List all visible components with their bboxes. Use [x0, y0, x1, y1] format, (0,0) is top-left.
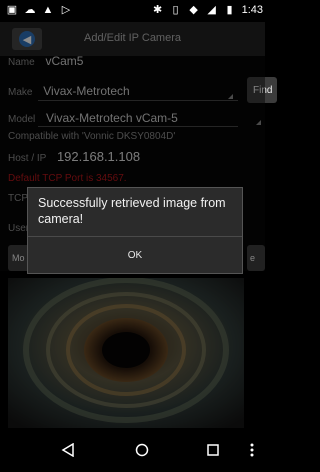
dialog-message: Successfully retrieved image from camera…: [38, 196, 226, 226]
bluetooth-icon: ✱: [152, 4, 163, 16]
status-bar: ▣ ☁ ▲ ▷ ✱ ▯ ◆ ◢ ▮ 1:43: [0, 0, 265, 22]
status-time: 1:43: [241, 4, 263, 16]
success-dialog: Successfully retrieved image from camera…: [27, 187, 243, 274]
play-store-icon: ▷: [61, 4, 71, 16]
ok-button[interactable]: OK: [28, 237, 242, 273]
gallery-icon: ▣: [6, 4, 18, 16]
wifi-icon: ◆: [189, 4, 198, 16]
home-icon[interactable]: [130, 440, 154, 460]
more-icon[interactable]: [244, 440, 260, 460]
navigation-bar: [0, 428, 265, 472]
vibrate-icon: ▯: [172, 4, 179, 16]
alert-icon: ▲: [42, 4, 54, 16]
back-icon[interactable]: [56, 440, 80, 460]
battery-icon: ▮: [226, 4, 233, 16]
recents-icon[interactable]: [201, 440, 225, 460]
cloud-icon: ☁: [24, 4, 36, 16]
signal-icon: ◢: [207, 4, 216, 16]
